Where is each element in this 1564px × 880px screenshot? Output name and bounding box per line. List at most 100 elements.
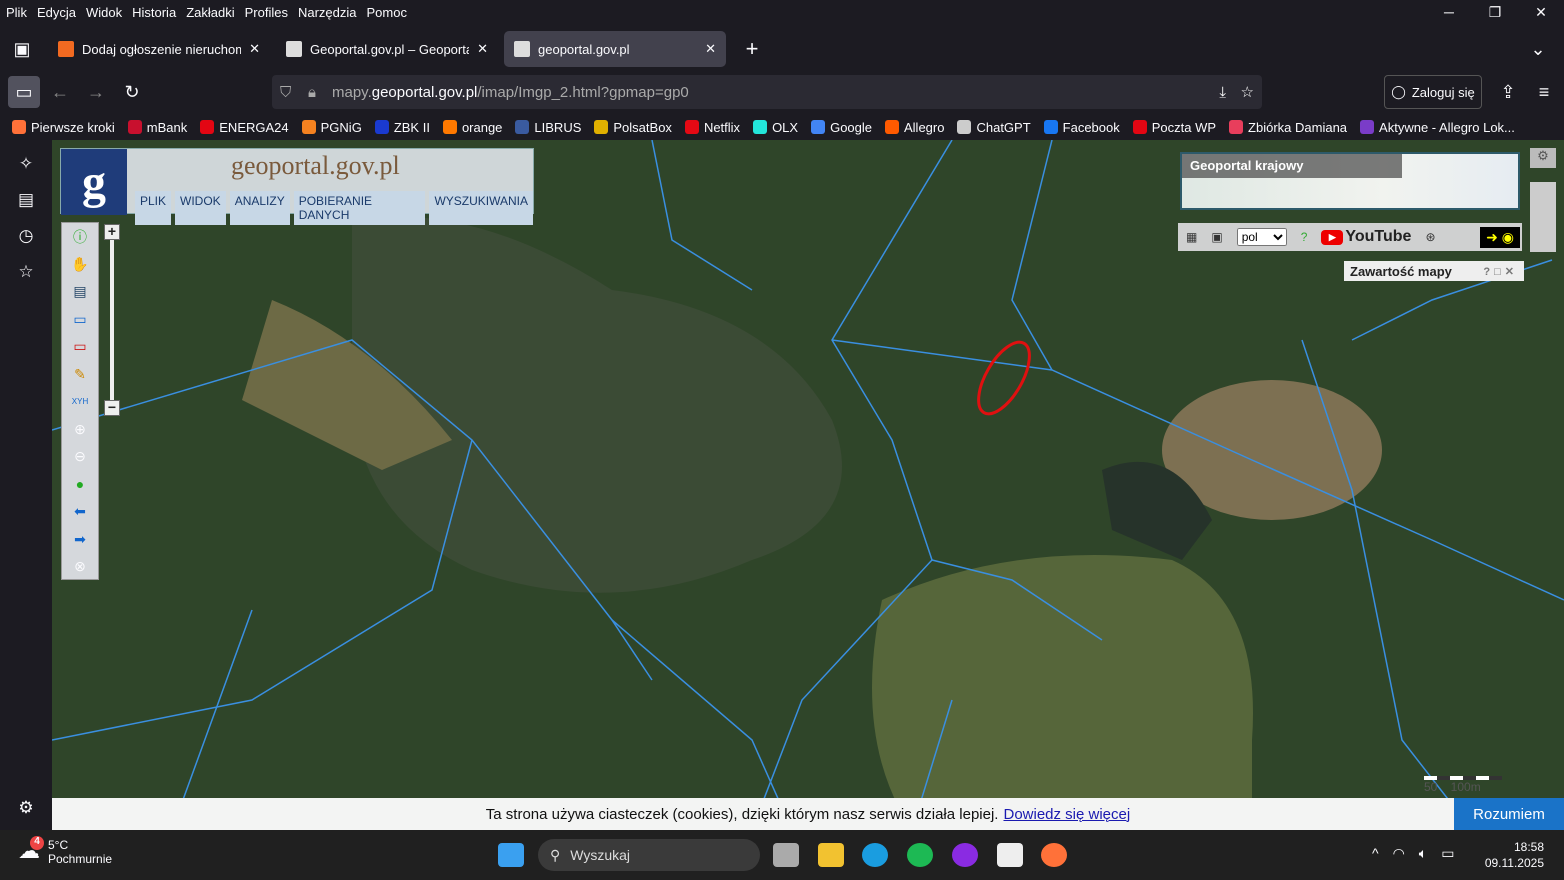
gp-menu-wyszukiwania[interactable]: WYSZUKIWANIA xyxy=(429,191,533,225)
ai-sparkle-icon[interactable]: ✧ xyxy=(14,154,38,178)
bookmark-item[interactable]: Zbiórka Damiana xyxy=(1229,120,1347,135)
bookmark-item[interactable]: mBank xyxy=(127,120,187,135)
forward-button[interactable]: → xyxy=(80,76,112,108)
menu-profiles[interactable]: Profiles xyxy=(245,5,288,20)
cookie-more-link[interactable]: Dowiedz się więcej xyxy=(1003,806,1130,823)
tab-geoportal-inf[interactable]: Geoportal.gov.pl – Geoportal Inf ✕ xyxy=(276,31,498,67)
menu-historia[interactable]: Historia xyxy=(132,5,176,20)
weather-widget[interactable]: ☁ 4 5°C Pochmurnie xyxy=(18,836,112,866)
file-explorer-icon[interactable] xyxy=(818,843,844,867)
menu-plik[interactable]: Plik xyxy=(6,5,27,20)
zoom-out-icon[interactable]: ⊖ xyxy=(62,443,98,471)
minimize-button[interactable]: ─ xyxy=(1426,0,1472,24)
lock-icon[interactable]: 🔒︎ xyxy=(308,84,316,101)
zoom-slider[interactable]: + − xyxy=(104,224,120,420)
synced-tabs-icon[interactable]: ▤ xyxy=(14,190,38,214)
gp-menu-pobieranie[interactable]: POBIERANIE DANYCH xyxy=(293,191,426,225)
start-windows-icon[interactable] xyxy=(498,843,524,867)
install-icon[interactable]: ⤓ xyxy=(1219,84,1226,101)
pencil-icon[interactable]: ✎ xyxy=(62,361,98,389)
bookmarks-star-icon[interactable]: ☆ xyxy=(14,262,38,286)
compass-icon[interactable]: ⊗ xyxy=(62,553,98,581)
bookmark-item[interactable]: ENERGA24 xyxy=(200,120,289,135)
help-icon[interactable]: ? xyxy=(1301,230,1308,244)
gp-menu-analizy[interactable]: ANALIZY xyxy=(229,191,290,225)
bookmark-item[interactable]: Allegro xyxy=(885,120,944,135)
tab-overview-icon[interactable]: ▣ xyxy=(6,33,38,65)
close-tab-icon[interactable]: ✕ xyxy=(477,41,488,57)
menu-zakladki[interactable]: Zakładki xyxy=(186,5,234,20)
gp-menu-widok[interactable]: WIDOK xyxy=(175,191,226,225)
close-tab-icon[interactable]: ✕ xyxy=(705,41,716,57)
close-tab-icon[interactable]: ✕ xyxy=(249,41,260,57)
bookmark-item[interactable]: orange xyxy=(442,120,502,135)
bookmark-item[interactable]: ZBK II xyxy=(374,120,430,135)
select-red-icon[interactable]: ▭ xyxy=(62,333,98,361)
forward-arrow-icon[interactable]: ➡ xyxy=(62,526,98,554)
edge-icon[interactable] xyxy=(862,843,888,867)
table-icon[interactable]: ▦ xyxy=(1186,230,1197,244)
bookmark-item[interactable]: PGNiG xyxy=(301,120,362,135)
contrast-eye-icon[interactable]: ➜ ◉ xyxy=(1480,226,1520,248)
task-view-icon[interactable] xyxy=(773,843,799,867)
tab-geoportal[interactable]: geoportal.gov.pl ✕ xyxy=(504,31,726,67)
visibility-bar[interactable] xyxy=(1530,182,1556,252)
menu-hamburger-icon[interactable]: ≡ xyxy=(1528,76,1560,108)
overview-map[interactable]: Geoportal krajowy xyxy=(1180,152,1520,210)
map-settings-icon[interactable]: ⚙ xyxy=(1530,148,1556,168)
ms-store-icon[interactable] xyxy=(997,843,1023,867)
sidebar-toggle-button[interactable]: ▭ xyxy=(8,76,40,108)
map-view[interactable]: g geoportal.gov.pl PLIK WIDOK ANALIZY PO… xyxy=(52,140,1564,830)
zoom-track[interactable] xyxy=(110,240,114,400)
bookmark-item[interactable]: Google xyxy=(811,120,872,135)
bookmark-star-icon[interactable]: ☆ xyxy=(1241,83,1254,101)
globe-icon[interactable]: ● xyxy=(62,471,98,499)
zoom-plus-button[interactable]: + xyxy=(104,224,120,240)
close-window-button[interactable]: ✕ xyxy=(1518,0,1564,24)
map-content-panel[interactable]: Zawartość mapy ?□✕ xyxy=(1344,261,1524,281)
settings-gear-icon[interactable]: ⚙ xyxy=(14,798,38,822)
battery-icon[interactable]: ▭ xyxy=(1441,845,1454,862)
cookie-accept-button[interactable]: Rozumiem xyxy=(1454,798,1564,830)
legend-icon[interactable]: ▤ xyxy=(62,278,98,306)
history-clock-icon[interactable]: ◷ xyxy=(14,226,38,250)
wifi-icon[interactable]: ◠ xyxy=(1393,845,1405,862)
bookmark-item[interactable]: Pierwsze kroki xyxy=(12,120,115,135)
app-purple-icon[interactable] xyxy=(952,843,978,867)
panel-controls[interactable]: ?□✕ xyxy=(1483,265,1518,278)
volume-icon[interactable]: 🔈︎ xyxy=(1419,845,1427,862)
tab-otodom[interactable]: Dodaj ogłoszenie nieruchomości ✕ xyxy=(48,31,270,67)
bookmark-item[interactable]: ChatGPT xyxy=(957,120,1031,135)
list-tabs-chevron-icon[interactable]: ⌄ xyxy=(1522,33,1554,65)
zoom-in-icon[interactable]: ⊕ xyxy=(62,416,98,444)
shield-icon[interactable]: ⛉ xyxy=(280,84,291,101)
bookmark-item[interactable]: PolsatBox xyxy=(594,120,672,135)
menu-widok[interactable]: Widok xyxy=(86,5,122,20)
restore-button[interactable]: ❐ xyxy=(1472,0,1518,24)
login-button[interactable]: ◯ Zaloguj się xyxy=(1384,75,1482,109)
menu-narzedzia[interactable]: Narzędzia xyxy=(298,5,357,20)
youtube-link[interactable]: ▶ YouTube xyxy=(1321,228,1411,246)
pan-hand-icon[interactable]: ✋ xyxy=(62,251,98,279)
bookmark-item[interactable]: OLX xyxy=(753,120,798,135)
back-arrow-icon[interactable]: ⬅ xyxy=(62,498,98,526)
new-tab-button[interactable]: + xyxy=(736,33,768,65)
xyh-icon[interactable]: XYH xyxy=(62,388,98,416)
bookmark-item[interactable]: LIBRUS xyxy=(515,120,581,135)
taskbar-search[interactable]: ⚲ Wyszukaj xyxy=(538,839,760,871)
menu-edycja[interactable]: Edycja xyxy=(37,5,76,20)
select-blue-icon[interactable]: ▭ xyxy=(62,306,98,334)
bookmark-item[interactable]: Facebook xyxy=(1043,120,1120,135)
spotify-icon[interactable] xyxy=(907,843,933,867)
bookmark-item[interactable]: Netflix xyxy=(684,120,740,135)
bookmark-item[interactable]: Aktywne - Allegro Lok... xyxy=(1360,120,1515,135)
info-icon[interactable]: ⓘ xyxy=(62,223,98,251)
extensions-icon[interactable]: ⇪ xyxy=(1492,76,1524,108)
url-bar[interactable]: ⛉ 🔒︎ mapy. geoportal.gov.pl/imap/Imgp_2.h… xyxy=(272,75,1262,109)
accessibility-icon[interactable]: ⊛ xyxy=(1425,230,1435,244)
bookmark-item[interactable]: Poczta WP xyxy=(1132,120,1216,135)
clock[interactable]: 18:58 09.11.2025 xyxy=(1485,839,1544,871)
firefox-icon[interactable] xyxy=(1041,843,1067,867)
chevron-up-icon[interactable]: ^ xyxy=(1372,845,1379,862)
zoom-minus-button[interactable]: − xyxy=(104,400,120,416)
